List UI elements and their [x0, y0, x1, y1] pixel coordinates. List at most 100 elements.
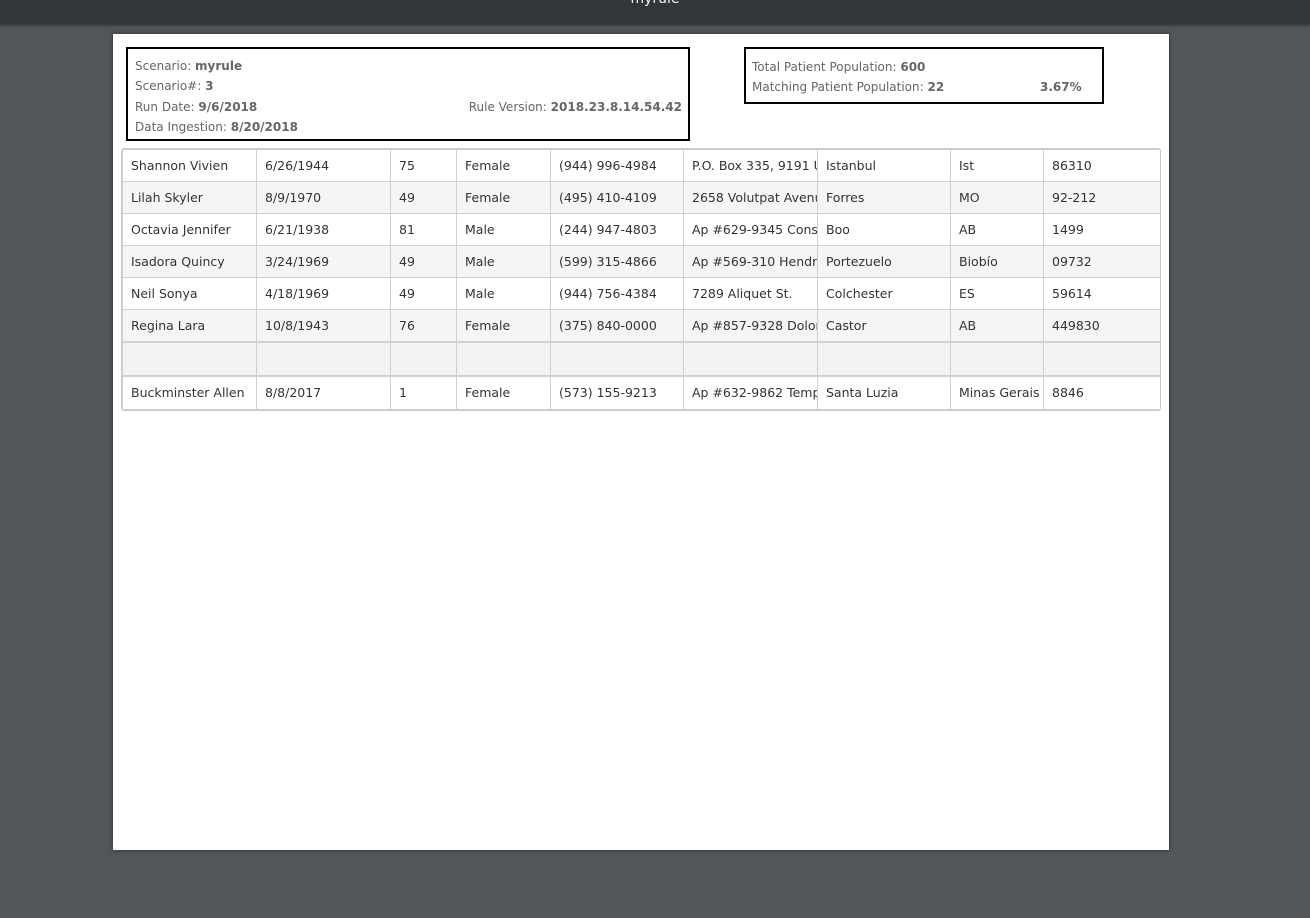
table-row: Shannon Vivien 6/26/1944 75 Female (944) 996… [122, 149, 1160, 182]
postal-code-cell: 449830 [1043, 309, 1160, 342]
patient-name-cell: Buckminster Allen [122, 375, 257, 410]
matching-population-value: 22 [927, 80, 945, 94]
city-cell: Santa Luzia [817, 375, 951, 410]
gender-cell: Female [456, 181, 551, 214]
data-ingestion-line: Data Ingestion: 8/20/2018 [135, 120, 298, 134]
document-title: myrule [0, 0, 1310, 7]
patient-name-cell: Lilah Skyler [122, 181, 257, 214]
age-cell: 75 [390, 149, 457, 182]
region-cell: ES [950, 277, 1044, 310]
patient-name-cell: Regina Lara [122, 309, 257, 342]
postal-code-cell: 1499 [1043, 213, 1160, 246]
region-cell: Biobío [950, 245, 1044, 278]
address-cell [683, 340, 818, 377]
birth-date-cell: 3/24/1969 [256, 245, 391, 278]
total-population-line: Total Patient Population: 600 [752, 60, 925, 74]
phone-cell: (573) 155-9213 [550, 375, 684, 410]
birth-date-cell: 6/21/1938 [256, 213, 391, 246]
patient-name-cell: Neil Sonya [122, 277, 257, 310]
run-date-line: Run Date: 9/6/2018 [135, 100, 257, 114]
postal-code-cell: 8846 [1043, 375, 1160, 410]
age-cell: 49 [390, 277, 457, 310]
city-cell: Istanbul [817, 149, 951, 182]
birth-date-cell: 8/9/1970 [256, 181, 391, 214]
phone-cell: (244) 947-4803 [550, 213, 684, 246]
city-cell: Forres [817, 181, 951, 214]
address-cell: Ap #857-9328 Dolor. St. [683, 309, 818, 342]
run-date-value: 9/6/2018 [198, 100, 258, 114]
table-row: Octavia Jennifer 6/21/1938 81 Male (244) 947… [122, 213, 1160, 246]
address-cell: 7289 Aliquet St. [683, 277, 818, 310]
city-cell [817, 340, 951, 377]
table-row: Lilah Skyler 8/9/1970 49 Female (495) 410-41… [122, 181, 1160, 214]
birth-date-cell: 10/8/1943 [256, 309, 391, 342]
scenario-line: Scenario: myrule [135, 59, 242, 73]
gender-cell: Male [456, 213, 551, 246]
age-cell: 49 [390, 181, 457, 214]
phone-cell [550, 340, 684, 377]
gender-cell: Female [456, 149, 551, 182]
phone-cell: (599) 315-4866 [550, 245, 684, 278]
patient-table: Shannon Vivien 6/26/1944 75 Female (944) 996… [122, 149, 1160, 410]
postal-code-cell: 59614 [1043, 277, 1160, 310]
birth-date-cell: 6/26/1944 [256, 149, 391, 182]
city-cell: Portezuelo [817, 245, 951, 278]
gender-cell: Female [456, 309, 551, 342]
postal-code-cell: 09732 [1043, 245, 1160, 278]
address-cell: Ap #569-310 Hendrerit [683, 245, 818, 278]
run-date-label: Run Date: [135, 100, 195, 114]
patient-table-container: Shannon Vivien 6/26/1944 75 Female (944) 996… [121, 148, 1161, 411]
address-cell: 2658 Volutpat Avenue [683, 181, 818, 214]
region-cell: Ist [950, 149, 1044, 182]
matching-percentage: 3.67% [1040, 80, 1082, 94]
rule-version-label: Rule Version: [468, 100, 547, 114]
gender-cell: Male [456, 245, 551, 278]
address-cell: P.O. Box 335, 9191 Urna [683, 149, 818, 182]
rule-version-value: 2018.23.8.14.54.42 [550, 100, 682, 114]
patient-name-cell [122, 340, 257, 377]
region-cell: AB [950, 213, 1044, 246]
address-cell: Ap #632-9862 Tempus [683, 375, 818, 410]
table-row: Neil Sonya 4/18/1969 49 Male (944) 756-4384 7… [122, 277, 1160, 310]
region-cell [950, 340, 1044, 377]
patient-name-cell: Shannon Vivien [122, 149, 257, 182]
phone-cell: (944) 756-4384 [550, 277, 684, 310]
matching-population-line: Matching Patient Population: 22 [752, 80, 944, 94]
patient-name-cell: Isadora Quincy [122, 245, 257, 278]
table-row: Isadora Quincy 3/24/1969 49 Male (599) 315-4… [122, 245, 1160, 278]
scenario-value: myrule [195, 59, 243, 73]
birth-date-cell: 4/18/1969 [256, 277, 391, 310]
postal-code-cell: 92-212 [1043, 181, 1160, 214]
scenario-info-box: Scenario: myrule Scenario#: 3 Run Date: … [126, 47, 690, 141]
table-row: Regina Lara 10/8/1943 76 Female (375) 840-00… [122, 309, 1160, 342]
city-cell: Colchester [817, 277, 951, 310]
age-cell: 49 [390, 245, 457, 278]
scenario-number-value: 3 [205, 79, 214, 93]
phone-cell: (944) 996-4984 [550, 149, 684, 182]
total-population-label: Total Patient Population: [752, 60, 897, 74]
rule-version-line: Rule Version: 2018.23.8.14.54.42 [469, 100, 682, 114]
data-ingestion-label: Data Ingestion: [135, 120, 227, 134]
total-population-value: 600 [900, 60, 926, 74]
age-cell: 81 [390, 213, 457, 246]
address-cell: Ap #629-9345 Consectetuer [683, 213, 818, 246]
postal-code-cell: 86310 [1043, 149, 1160, 182]
phone-cell: (375) 840-0000 [550, 309, 684, 342]
birth-date-cell [256, 340, 391, 377]
city-cell: Boo [817, 213, 951, 246]
data-ingestion-value: 8/20/2018 [230, 120, 298, 134]
age-cell: 1 [390, 375, 457, 410]
population-summary-box: Total Patient Population: 600 Matching P… [744, 47, 1104, 104]
region-cell: MO [950, 181, 1044, 214]
gender-cell: Male [456, 277, 551, 310]
table-row: Buckminster Allen 8/8/2017 1 Female (573) 15… [122, 375, 1160, 410]
report-page: Scenario: myrule Scenario#: 3 Run Date: … [113, 34, 1169, 850]
gender-cell [456, 340, 551, 377]
age-cell: 76 [390, 309, 457, 342]
scenario-number-line: Scenario#: 3 [135, 79, 213, 93]
gender-cell: Female [456, 375, 551, 410]
matching-population-label: Matching Patient Population: [752, 80, 924, 94]
region-cell: AB [950, 309, 1044, 342]
city-cell: Castor [817, 309, 951, 342]
region-cell: Minas Gerais [950, 375, 1044, 410]
